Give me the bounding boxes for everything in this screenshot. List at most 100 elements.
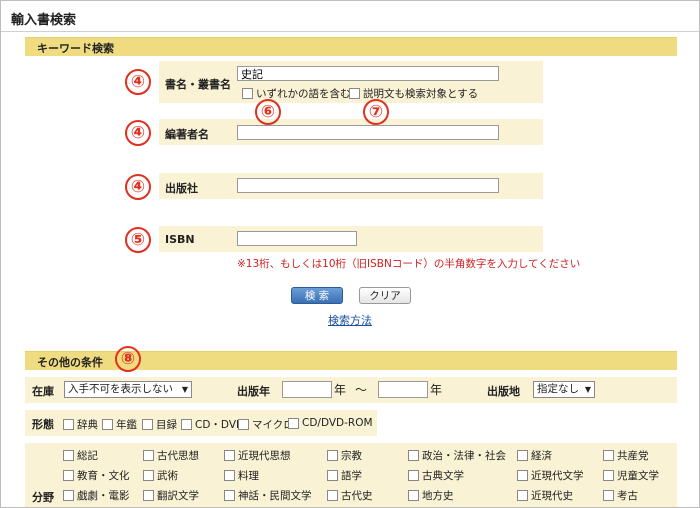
publisher-field-label: 出版社 [165,182,198,195]
search-page: 輸入書検索 キーワード検索 書名・叢書名 いずれかの語を含む 説明文も検索対象と… [0,0,700,508]
option-include-description[interactable]: 説明文も検索対象とする [349,86,478,101]
field-checkbox[interactable] [517,490,528,501]
field-item-label: 古典文学 [422,470,464,482]
field-item[interactable]: 神話・民間文学 [224,488,312,503]
field-checkbox[interactable] [143,490,154,501]
field-checkbox[interactable] [224,490,235,501]
annotation-7: ⑦ [363,99,389,125]
field-item[interactable]: 語学 [327,468,362,483]
field-item-label: 児童文学 [617,470,659,482]
field-item[interactable]: 総記 [63,448,98,463]
field-checkbox[interactable] [143,450,154,461]
format-yearbook-label: 年鑑 [116,419,137,431]
field-item-label: 語学 [341,470,362,482]
format-checkbox[interactable] [181,419,192,430]
field-item[interactable]: 戯劇・電影 [63,488,130,503]
format-cd-dvd[interactable]: CD・DVD [181,417,244,432]
field-item[interactable]: 政治・法律・社会 [408,448,506,463]
field-checkbox[interactable] [327,450,338,461]
field-item[interactable]: 近現代文学 [517,468,584,483]
field-checkbox[interactable] [63,470,74,481]
format-dictionary[interactable]: 辞典 [63,417,98,432]
field-item[interactable]: 古典文学 [408,468,464,483]
field-item[interactable]: 料理 [224,468,259,483]
field-item-label: 総記 [77,450,98,462]
format-checkbox[interactable] [142,419,153,430]
field-item[interactable]: 教育・文化 [63,468,130,483]
author-input[interactable] [237,125,499,140]
field-item-label: 古代思想 [157,450,199,462]
isbn-field-label: ISBN [165,233,195,246]
option-any-word-checkbox[interactable] [242,88,253,99]
field-checkbox[interactable] [224,470,235,481]
format-yearbook[interactable]: 年鑑 [102,417,137,432]
publisher-input[interactable] [237,178,499,193]
field-checkbox[interactable] [408,450,419,461]
field-item-label: 政治・法律・社会 [422,450,506,462]
year-from-input[interactable] [282,381,332,398]
format-microform[interactable]: マイクロ [238,417,294,432]
field-item-label: 古代史 [341,490,373,502]
field-item[interactable]: 武術 [143,468,178,483]
field-checkbox[interactable] [603,450,614,461]
option-any-word[interactable]: いずれかの語を含む [242,86,351,101]
field-item[interactable]: 古代史 [327,488,373,503]
field-checkbox[interactable] [517,450,528,461]
field-checkbox[interactable] [517,470,528,481]
format-checkbox[interactable] [63,419,74,430]
field-checkbox[interactable] [603,470,614,481]
year-range-tilde: ～ [355,383,368,397]
stock-select[interactable]: 入手不可を表示しない ▼ [64,381,192,398]
field-checkbox[interactable] [408,490,419,501]
field-checkbox[interactable] [143,470,154,481]
format-dictionary-label: 辞典 [77,419,98,431]
field-item[interactable]: 共産党 [603,448,649,463]
year-to-unit: 年 [430,383,443,397]
field-checkbox[interactable] [63,490,74,501]
search-button[interactable]: 検 索 [291,287,343,304]
field-checkbox[interactable] [408,470,419,481]
place-select-value: 指定なし [537,383,579,395]
keyword-section-header: キーワード検索 [25,37,677,56]
field-checkbox[interactable] [63,450,74,461]
format-cd-dvd-rom[interactable]: CD/DVD-ROM [288,417,373,429]
field-checkbox[interactable] [224,450,235,461]
field-checkbox[interactable] [603,490,614,501]
search-help-link[interactable]: 検索方法 [328,312,372,328]
title-input[interactable] [237,66,499,81]
field-item-label: 戯劇・電影 [77,490,130,502]
author-field-label: 編著者名 [165,128,209,141]
format-checkbox[interactable] [238,419,249,430]
format-catalog-label: 目録 [156,419,177,431]
field-item[interactable]: 地方史 [408,488,454,503]
title-field-label: 書名・叢書名 [165,78,231,91]
place-label: 出版地 [487,385,520,398]
field-checkbox[interactable] [327,490,338,501]
field-item[interactable]: 考古 [603,488,638,503]
field-item[interactable]: 近現代史 [517,488,573,503]
field-item-label: 近現代文学 [531,470,584,482]
format-cd-dvd-rom-label: CD/DVD-ROM [302,417,373,429]
field-item-label: 地方史 [422,490,454,502]
isbn-input[interactable] [237,231,357,246]
field-item-label: 武術 [157,470,178,482]
field-label: 分野 [32,491,54,504]
format-catalog[interactable]: 目録 [142,417,177,432]
page-title: 輸入書検索 [11,13,77,28]
field-item[interactable]: 古代思想 [143,448,199,463]
format-checkbox[interactable] [288,417,299,429]
format-label: 形態 [32,418,54,431]
field-item[interactable]: 翻訳文学 [143,488,199,503]
year-to-input[interactable] [378,381,428,398]
clear-button[interactable]: クリア [359,287,411,304]
field-item[interactable]: 経済 [517,448,552,463]
format-checkbox[interactable] [102,419,113,430]
option-include-description-checkbox[interactable] [349,88,360,99]
field-item[interactable]: 宗教 [327,448,362,463]
isbn-note: ※13桁、もしくは10桁（旧ISBNコード）の半角数字を入力してください [237,258,581,270]
field-checkbox[interactable] [327,470,338,481]
field-item[interactable]: 児童文学 [603,468,659,483]
place-select[interactable]: 指定なし ▼ [533,381,595,398]
field-item[interactable]: 近現代思想 [224,448,291,463]
stock-select-value: 入手不可を表示しない [68,383,173,395]
